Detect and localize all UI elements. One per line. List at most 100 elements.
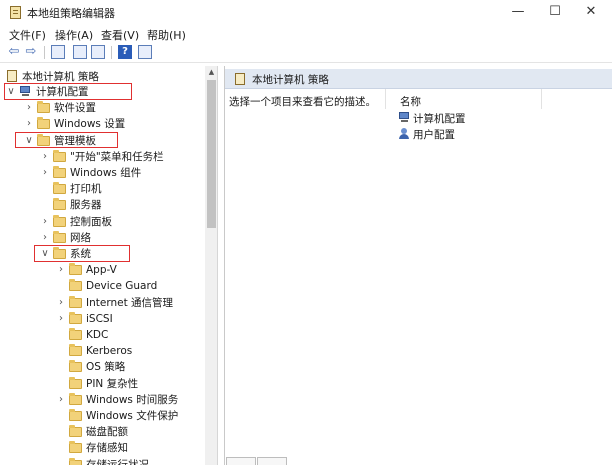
folder-icon — [69, 311, 82, 324]
tree-item[interactable]: Windows 文件保护 — [2, 408, 202, 424]
folder-icon — [69, 409, 82, 421]
details-header-title: 本地计算机 策略 — [252, 74, 329, 86]
folder-icon — [69, 457, 82, 465]
folder-icon — [69, 392, 82, 405]
tree-item-label: Windows 文件保护 — [86, 410, 179, 422]
list-item-label: 计算机配置 — [413, 113, 466, 125]
user-icon — [398, 128, 410, 140]
folder-icon — [69, 263, 82, 276]
column-header-name[interactable]: 名称 — [400, 94, 421, 109]
policy-document-icon — [235, 73, 245, 85]
folder-icon — [37, 117, 50, 130]
tree-item-label: App-V — [86, 264, 117, 277]
forward-arrow-icon[interactable]: ⇨ — [24, 45, 38, 59]
tree-item[interactable]: › Windows 设置 — [2, 116, 202, 132]
chevron-right-icon[interactable]: › — [40, 150, 50, 164]
menu-file[interactable]: 文件(F) — [9, 27, 46, 43]
tab-standard[interactable] — [257, 457, 287, 465]
folder-icon — [53, 166, 66, 178]
scroll-up-icon[interactable]: ▲ — [205, 66, 217, 78]
folder-icon — [37, 101, 50, 114]
tree-item-label: "开始"菜单和任务栏 — [70, 150, 164, 163]
tree-item-label: 服务器 — [70, 199, 102, 212]
policy-document-icon — [7, 70, 17, 82]
list-item-label: 用户配置 — [413, 129, 455, 141]
tree-item[interactable]: › Windows 时间服务 — [2, 392, 202, 408]
tree-item[interactable]: › iSCSI — [2, 311, 202, 327]
folder-icon — [69, 376, 82, 389]
filter-icon[interactable] — [138, 45, 152, 59]
show-hide-tree-icon[interactable] — [51, 45, 65, 59]
help-icon[interactable]: ? — [118, 45, 132, 59]
tree-item[interactable]: Kerberos — [2, 343, 202, 359]
tree-item[interactable]: › 网络 — [2, 230, 202, 246]
tree-item-label: 打印机 — [70, 183, 102, 196]
chevron-right-icon[interactable]: › — [40, 166, 50, 180]
list-item-computer-config[interactable]: 计算机配置 — [397, 111, 547, 126]
folder-icon — [53, 149, 66, 162]
chevron-right-icon[interactable]: › — [56, 263, 66, 277]
details-header: 本地计算机 策略 — [225, 69, 612, 89]
tree-item[interactable]: › "开始"菜单和任务栏 — [2, 149, 202, 165]
tree-item[interactable]: PIN 复杂性 — [2, 376, 202, 392]
tree-item-label: Windows 设置 — [54, 118, 126, 131]
folder-icon — [53, 198, 66, 211]
folder-icon — [69, 441, 82, 454]
chevron-right-icon[interactable]: › — [56, 393, 66, 407]
tab-extended[interactable] — [226, 457, 256, 465]
tree-item-label: 网络 — [70, 231, 91, 244]
close-button[interactable]: ✕ — [576, 2, 606, 22]
chevron-right-icon[interactable]: › — [24, 101, 34, 115]
computer-icon — [398, 112, 411, 123]
tree-item[interactable]: 存储运行状况 — [2, 457, 202, 465]
tree-item[interactable]: Device Guard — [2, 278, 202, 294]
details-pane: 本地计算机 策略 选择一个项目来查看它的描述。 名称 计算机配置 用户配置 — [224, 66, 612, 465]
tree-item-label: KDC — [86, 329, 109, 341]
tree-item[interactable]: › 软件设置 — [2, 100, 202, 116]
tree-item[interactable]: 存储感知 — [2, 440, 202, 456]
tree-root-label: 本地计算机 策略 — [22, 71, 99, 83]
column-divider — [385, 89, 386, 109]
chevron-right-icon[interactable]: › — [56, 296, 66, 310]
tree-item[interactable]: 打印机 — [2, 181, 202, 197]
chevron-right-icon[interactable]: › — [40, 215, 50, 229]
chevron-right-icon[interactable]: › — [56, 312, 66, 326]
folder-icon — [53, 182, 66, 195]
minimize-button[interactable]: — — [503, 2, 533, 22]
policy-editor-icon — [10, 6, 21, 19]
tree-root[interactable]: 本地计算机 策略 — [2, 68, 202, 84]
list-item-user-config[interactable]: 用户配置 — [397, 127, 547, 142]
menu-action[interactable]: 操作(A) — [55, 27, 93, 43]
highlight-system — [34, 245, 130, 262]
tree-item-label: 软件设置 — [54, 102, 96, 115]
tree-item[interactable]: OS 策略 — [2, 359, 202, 375]
tree-item[interactable]: › App-V — [2, 262, 202, 278]
folder-icon — [69, 279, 82, 292]
folder-icon — [53, 230, 66, 243]
menu-help[interactable]: 帮助(H) — [147, 27, 186, 43]
tree-item[interactable]: › Windows 组件 — [2, 165, 202, 181]
tree-item-label: Kerberos — [86, 345, 133, 358]
export-list-icon[interactable] — [91, 45, 105, 59]
chevron-right-icon[interactable]: › — [40, 231, 50, 245]
properties-icon[interactable] — [73, 45, 87, 59]
tree-item[interactable]: › Internet 通信管理 — [2, 295, 202, 311]
menu-view[interactable]: 查看(V) — [101, 27, 139, 43]
tree-scrollbar[interactable]: ▲ — [205, 66, 217, 465]
maximize-button[interactable]: ☐ — [540, 2, 570, 22]
folder-icon — [69, 344, 82, 357]
tree-item[interactable]: 磁盘配额 — [2, 424, 202, 440]
folder-icon — [69, 425, 82, 438]
highlight-admin-templates — [15, 132, 118, 148]
description-text: 选择一个项目来查看它的描述。 — [229, 96, 376, 108]
highlight-computer-config — [4, 83, 132, 100]
tree-item-label: OS 策略 — [86, 361, 126, 374]
scroll-thumb[interactable] — [207, 80, 216, 228]
chevron-right-icon[interactable]: › — [24, 117, 34, 131]
tree-item-label: iSCSI — [86, 312, 113, 325]
folder-icon — [69, 360, 82, 373]
tree-item[interactable]: › 控制面板 — [2, 214, 202, 230]
back-arrow-icon[interactable]: ⇦ — [7, 45, 21, 59]
tree-item[interactable]: 服务器 — [2, 197, 202, 213]
tree-item[interactable]: KDC — [2, 327, 202, 343]
